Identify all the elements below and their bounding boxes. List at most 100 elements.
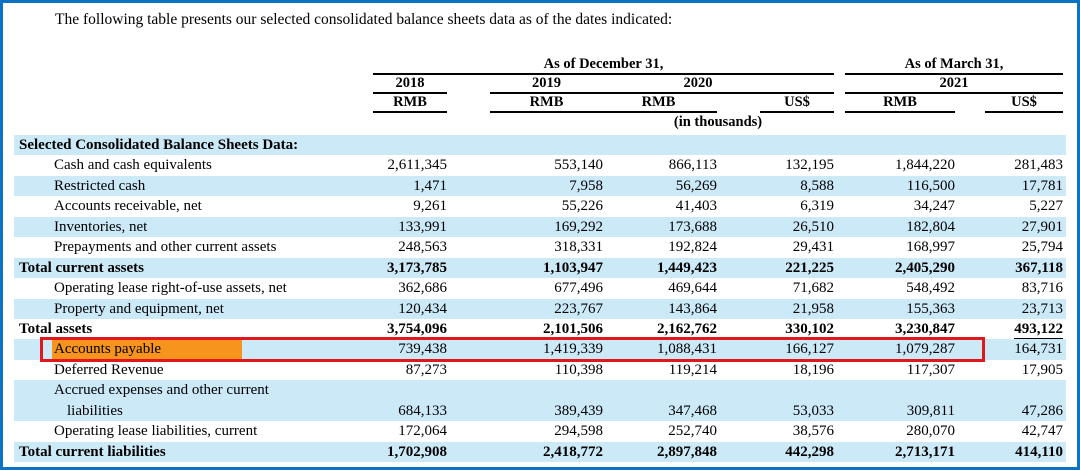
row-label: Total current assets: [14, 258, 340, 278]
cell-value: 169,292: [447, 217, 603, 237]
table-row: Cash and cash equivalents 2,611,345553,1…: [14, 155, 1066, 175]
row-label: Total assets: [14, 319, 340, 339]
cell-value: 1,449,423: [603, 258, 717, 278]
cell-value: 117,307: [834, 360, 955, 380]
cell-value: 362,686: [340, 278, 447, 298]
cell-value: 442,298: [717, 442, 834, 462]
cell-value: 41,403: [603, 196, 717, 216]
cell-value: 318,331: [447, 237, 603, 257]
cell-value: 252,740: [603, 421, 717, 441]
row-label: Accrued expenses and other currentliabil…: [14, 380, 340, 421]
cell-value: 347,468: [603, 380, 717, 421]
units-note: (in thousands): [373, 114, 1063, 131]
group-header-march: As of March 31,: [845, 56, 1063, 75]
group-header-december: As of December 31,: [373, 56, 834, 75]
cell-value: 3,230,847: [834, 319, 955, 339]
cell-value: 47,286: [955, 380, 1063, 421]
cell-value: 3,173,785: [340, 258, 447, 278]
cell-value: 1,702,908: [340, 442, 447, 462]
table-row: Total current liabilities 1,702,9082,418…: [14, 442, 1066, 462]
cell-value: [717, 135, 834, 155]
row-label: Cash and cash equivalents: [14, 155, 340, 175]
cell-value: 38,576: [717, 421, 834, 441]
cell-value: 677,496: [447, 278, 603, 298]
row-label: Property and equipment, net: [14, 299, 340, 319]
cell-value: 83,716: [955, 278, 1063, 298]
cell-value: 18,196: [717, 360, 834, 380]
document-page: { "document": { "intro": "The following …: [0, 0, 1080, 470]
cell-value: 133,991: [340, 217, 447, 237]
cell-value: 110,398: [447, 360, 603, 380]
table-row: Prepayments and other current assets 248…: [14, 237, 1066, 257]
table-header: As of December 31, As of March 31, 2018 …: [14, 56, 1066, 135]
cell-value: 120,434: [340, 299, 447, 319]
cell-value: 119,214: [603, 360, 717, 380]
cell-value: 143,864: [603, 299, 717, 319]
row-label: Prepayments and other current assets: [14, 237, 340, 257]
cell-value: 2,418,772: [447, 442, 603, 462]
cell-value: 2,611,345: [340, 155, 447, 175]
row-label: Total current liabilities: [14, 442, 340, 462]
cell-value: 280,070: [834, 421, 955, 441]
cell-value: 168,997: [834, 237, 955, 257]
cell-value: 9,261: [340, 196, 447, 216]
cell-value: 172,064: [340, 421, 447, 441]
year-header-2018: 2018: [373, 75, 447, 94]
currency-header: RMB: [373, 94, 447, 113]
cell-value: 1,079,287: [834, 339, 955, 359]
year-header-2020: 2020: [562, 75, 834, 94]
currency-header: RMB: [600, 94, 717, 113]
currency-header: US$: [985, 94, 1063, 113]
cell-value: 1,471: [340, 176, 447, 196]
cell-value: [340, 135, 447, 155]
cell-value: 27,901: [955, 217, 1063, 237]
row-label: Accounts payable: [14, 339, 340, 359]
cell-value: 2,162,762: [603, 319, 717, 339]
cell-value: 469,644: [603, 278, 717, 298]
cell-value: 3,754,096: [340, 319, 447, 339]
row-label: Accounts receivable, net: [14, 196, 340, 216]
cell-value: 553,140: [447, 155, 603, 175]
table-row: Accrued expenses and other currentliabil…: [14, 380, 1066, 421]
table-body: Selected Consolidated Balance Sheets Dat…: [14, 135, 1066, 462]
table-row: Inventories, net 133,991169,292173,68826…: [14, 217, 1066, 237]
cell-value: 17,905: [955, 360, 1063, 380]
cell-value: 2,897,848: [603, 442, 717, 462]
cell-value: 166,127: [717, 339, 834, 359]
cell-value: 87,273: [340, 360, 447, 380]
cell-value: 116,500: [834, 176, 955, 196]
year-header-2021: 2021: [845, 75, 1063, 94]
cell-value: 182,804: [834, 217, 955, 237]
cell-value: 2,101,506: [447, 319, 603, 339]
row-label: Operating lease right-of-use assets, net: [14, 278, 340, 298]
row-label: Inventories, net: [14, 217, 340, 237]
intro-text: The following table presents our selecte…: [55, 11, 672, 29]
cell-value: [447, 135, 603, 155]
cell-value: 17,781: [955, 176, 1063, 196]
cell-value: 1,103,947: [447, 258, 603, 278]
row-label: Restricted cash: [14, 176, 340, 196]
cell-value: 223,767: [447, 299, 603, 319]
cell-value: 2,405,290: [834, 258, 955, 278]
cell-value: 6,319: [717, 196, 834, 216]
cell-value: 29,431: [717, 237, 834, 257]
highlight-accounts-payable: Accounts payable: [52, 339, 242, 359]
row-label: Operating lease liabilities, current: [14, 421, 340, 441]
balance-sheet-table: As of December 31, As of March 31, 2018 …: [14, 56, 1066, 462]
cell-value: 164,731: [955, 339, 1063, 359]
cell-value: 1,419,339: [447, 339, 603, 359]
cell-value: 684,133: [340, 380, 447, 421]
cell-value: 42,747: [955, 421, 1063, 441]
row-label: Selected Consolidated Balance Sheets Dat…: [14, 135, 340, 155]
cell-value: 56,269: [603, 176, 717, 196]
cell-value: 53,033: [717, 380, 834, 421]
table-row: Property and equipment, net 120,434223,7…: [14, 299, 1066, 319]
cell-value: 866,113: [603, 155, 717, 175]
cell-value: 25,794: [955, 237, 1063, 257]
row-label: Deferred Revenue: [14, 360, 340, 380]
cell-value: 8,588: [717, 176, 834, 196]
cell-value: 21,958: [717, 299, 834, 319]
cell-value: 26,510: [717, 217, 834, 237]
cell-value: 155,363: [834, 299, 955, 319]
table-row: Accounts receivable, net 9,26155,22641,4…: [14, 196, 1066, 216]
